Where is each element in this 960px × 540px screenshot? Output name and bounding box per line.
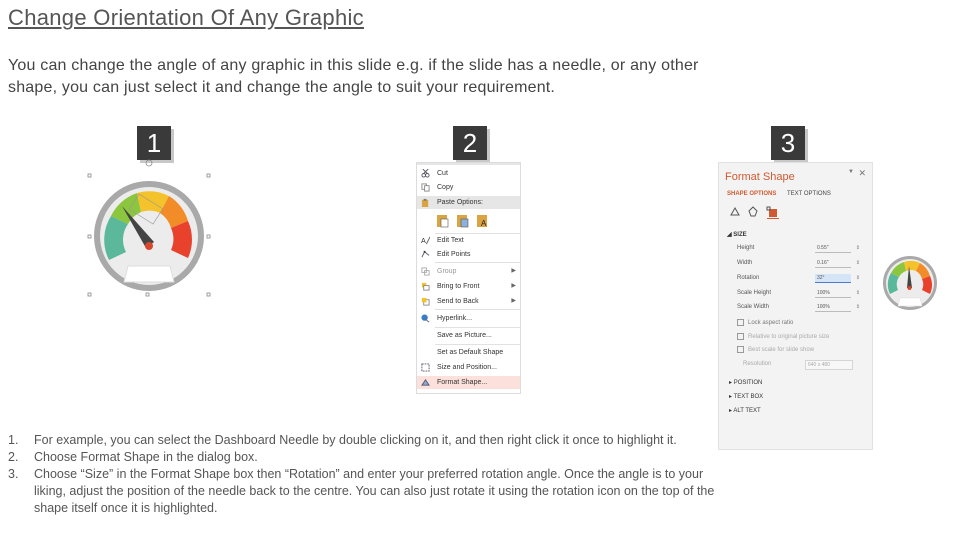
list-item: 2. Choose Format Shape in the dialog box. — [8, 450, 258, 464]
menu-item-save-as-picture[interactable]: Save as Picture... — [417, 329, 520, 342]
format-shape-icon — [421, 378, 430, 386]
submenu-arrow-icon: ▶ — [511, 298, 516, 304]
group-icon — [421, 267, 430, 276]
checkbox-lock-aspect[interactable]: Lock aspect ratio — [737, 319, 862, 326]
steps-list: 1. For example, you can select the Dashbo… — [8, 432, 718, 517]
dashboard-gauge-selected[interactable] — [84, 158, 214, 300]
checkbox-icon — [737, 333, 744, 340]
page-title: Change Orientation Of Any Graphic — [8, 5, 364, 30]
submenu-arrow-icon: ▶ — [511, 283, 516, 289]
menu-item-edit-text[interactable]: A Edit Text — [417, 234, 520, 247]
row-height: Height 0.55" ⇕ — [737, 243, 862, 254]
row-scale-width: Scale Width 100% ⇕ — [737, 302, 862, 313]
menu-item-size-and-position[interactable]: Size and Position... — [417, 361, 520, 374]
tab-shape-options[interactable]: SHAPE OPTIONS — [727, 191, 776, 197]
spinner-icon[interactable]: ⇕ — [856, 302, 860, 313]
section-position[interactable]: ▸ POSITION — [729, 379, 762, 386]
menu-item-bring-to-front[interactable]: Bring to Front ▶ — [417, 280, 520, 293]
paste-option-icons[interactable]: A — [437, 213, 497, 229]
menu-item-hyperlink[interactable]: Hyperlink... — [417, 312, 520, 325]
intro-text: You can change the angle of any graphic … — [8, 57, 699, 96]
size-position-icon — [421, 363, 430, 372]
menu-item-paste-options: Paste Options: — [417, 196, 520, 209]
close-icon[interactable]: ✕ — [858, 168, 866, 179]
spinner-icon[interactable]: ⇕ — [856, 258, 860, 269]
chevron-down-icon[interactable]: ▼ — [848, 169, 854, 175]
context-menu: Cut Copy Paste Options: A A Edit Text Ed… — [416, 162, 521, 394]
menu-item-cut[interactable]: Cut — [417, 167, 520, 180]
menu-item-group[interactable]: Group ▶ — [417, 265, 520, 278]
row-resolution: Resolution 640 x 480 — [743, 360, 853, 370]
menu-item-copy[interactable]: Copy — [417, 181, 520, 194]
checkbox-icon — [737, 319, 744, 326]
spinner-icon[interactable]: ⇕ — [856, 273, 860, 284]
svg-text:A: A — [421, 236, 426, 245]
copy-icon — [421, 183, 430, 192]
step-badge-1: 1 — [137, 126, 171, 160]
pane-title: Format Shape — [725, 171, 795, 183]
menu-item-format-shape[interactable]: Format Shape... — [417, 376, 520, 389]
bring-front-icon — [421, 282, 430, 291]
format-shape-pane: Format Shape ▼ ✕ SHAPE OPTIONS TEXT OPTI… — [718, 162, 873, 450]
resolution-select[interactable]: 640 x 480 — [805, 360, 853, 370]
section-alt-text[interactable]: ▸ ALT TEXT — [729, 407, 761, 414]
menu-item-send-to-back[interactable]: Send to Back ▶ — [417, 295, 520, 308]
submenu-arrow-icon: ▶ — [511, 268, 516, 274]
section-text-box[interactable]: ▸ TEXT BOX — [729, 393, 763, 400]
menu-item-edit-points[interactable]: Edit Points — [417, 248, 520, 261]
checkbox-relative-size[interactable]: Relative to original picture size — [737, 333, 862, 340]
effects-icon — [748, 206, 758, 217]
edit-points-icon — [421, 250, 430, 258]
dashboard-gauge-rotated — [883, 256, 937, 310]
fill-line-icon — [730, 206, 740, 216]
send-back-icon — [421, 297, 430, 306]
step-badge-3: 3 — [771, 126, 805, 160]
checkbox-icon — [737, 346, 744, 353]
scissors-icon — [421, 169, 430, 178]
checkbox-best-scale[interactable]: Best scale for slide show — [737, 346, 862, 353]
hyperlink-icon — [421, 314, 430, 323]
menu-item-set-default-shape[interactable]: Set as Default Shape — [417, 346, 520, 359]
row-rotation: Rotation 32° ⇕ — [737, 273, 862, 284]
width-input[interactable]: 0.16" — [815, 259, 851, 268]
row-width: Width 0.16" ⇕ — [737, 258, 862, 269]
pane-category-icons[interactable] — [729, 205, 789, 219]
step-badge-2: 2 — [453, 126, 487, 160]
list-item: 1. For example, you can select the Dashbo… — [8, 433, 677, 447]
spinner-icon[interactable]: ⇕ — [856, 243, 860, 254]
list-item: 3. Choose “Size” in the Format Shape box … — [8, 467, 715, 515]
row-scale-height: Scale Height 100% ⇕ — [737, 288, 862, 299]
rotation-input[interactable]: 32° — [815, 274, 851, 283]
paste-options-row: A — [437, 213, 497, 229]
spinner-icon[interactable]: ⇕ — [856, 288, 860, 299]
rotation-handle-icon — [145, 159, 153, 167]
svg-text:A: A — [481, 219, 487, 228]
size-properties-icon — [766, 206, 777, 217]
paste-icon — [421, 198, 429, 207]
height-input[interactable]: 0.55" — [815, 244, 851, 253]
scale-width-input[interactable]: 100% — [815, 303, 851, 312]
tab-text-options[interactable]: TEXT OPTIONS — [787, 191, 831, 197]
section-size[interactable]: ◢ SIZE — [727, 231, 747, 238]
scale-height-input[interactable]: 100% — [815, 289, 851, 298]
edit-text-icon: A — [421, 236, 430, 245]
